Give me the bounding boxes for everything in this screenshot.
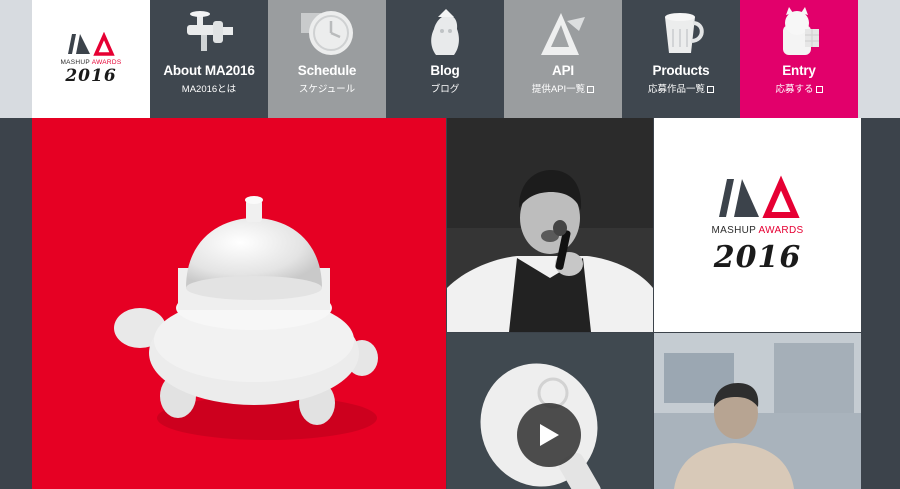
external-link-icon — [587, 86, 595, 93]
nav-blog-sublabel: ブログ — [430, 84, 460, 95]
brand-logo-tile: MASHUP AWARDS 2016 — [654, 118, 861, 332]
external-link-icon — [815, 86, 823, 93]
nav-api[interactable]: API 提供API一覧 — [504, 0, 622, 118]
right-edge-panel — [861, 118, 900, 489]
page: MASHUP AWARDS 2016 About MA2016 MA2016とは — [0, 0, 900, 489]
left-gutter — [0, 0, 32, 118]
brand-year: 2016 — [65, 66, 117, 86]
brand-year-large: 2016 — [713, 240, 802, 275]
nav-api-label: API — [552, 63, 574, 78]
external-link-icon — [707, 86, 714, 93]
nav-products-sublabel: 応募作品一覧 — [622, 81, 740, 95]
lucky-cat-icon — [740, 4, 858, 62]
tortoise-sculpture-icon — [114, 196, 378, 440]
ma-logo-large-icon — [718, 175, 800, 218]
right-gutter — [858, 0, 898, 118]
video-tile[interactable] — [447, 333, 653, 489]
audience-photo-tile[interactable] — [654, 333, 861, 489]
ma-logo-mark-icon — [68, 32, 115, 56]
hero-tile[interactable] — [32, 118, 446, 489]
nav-entry-label: Entry — [782, 63, 816, 78]
audience-photo-icon — [654, 333, 861, 489]
nav-blog-label: Blog — [430, 63, 460, 78]
nav-about-sublabel: MA2016とは — [181, 84, 237, 95]
clock-icon — [268, 4, 386, 62]
nav-products-label: Products — [652, 63, 710, 78]
speaker-photo-icon — [447, 118, 653, 332]
play-video-button[interactable] — [517, 403, 581, 467]
home-logo-link[interactable]: MASHUP AWARDS 2016 — [32, 0, 150, 118]
top-navigation: MASHUP AWARDS 2016 About MA2016 MA2016とは — [0, 0, 900, 118]
play-icon — [540, 424, 559, 446]
nav-products[interactable]: Products 応募作品一覧 — [622, 0, 740, 118]
brand-wordmark-large: MASHUP AWARDS — [711, 225, 804, 236]
faucet-icon — [150, 4, 268, 62]
nav-blog[interactable]: Blog ブログ — [386, 0, 504, 118]
nav-api-sublabel: 提供API一覧 — [504, 81, 622, 95]
speaker-photo-tile[interactable] — [447, 118, 653, 332]
nav-entry-sublabel: 応募する — [740, 81, 858, 95]
nav-schedule-sublabel: スケジュール — [298, 84, 356, 95]
triangle-sculpture-icon — [504, 4, 622, 62]
main-tile-grid: MASHUP AWARDS 2016 — [0, 118, 900, 489]
nav-entry[interactable]: Entry 応募する — [740, 0, 858, 118]
mug-icon — [622, 4, 740, 62]
nav-about[interactable]: About MA2016 MA2016とは — [150, 0, 268, 118]
nav-about-label: About MA2016 — [163, 63, 255, 78]
nav-schedule-label: Schedule — [297, 63, 357, 78]
brand-wordmark: MASHUP AWARDS — [60, 59, 122, 66]
figurine-icon — [386, 4, 504, 62]
nav-schedule[interactable]: Schedule スケジュール — [268, 0, 386, 118]
